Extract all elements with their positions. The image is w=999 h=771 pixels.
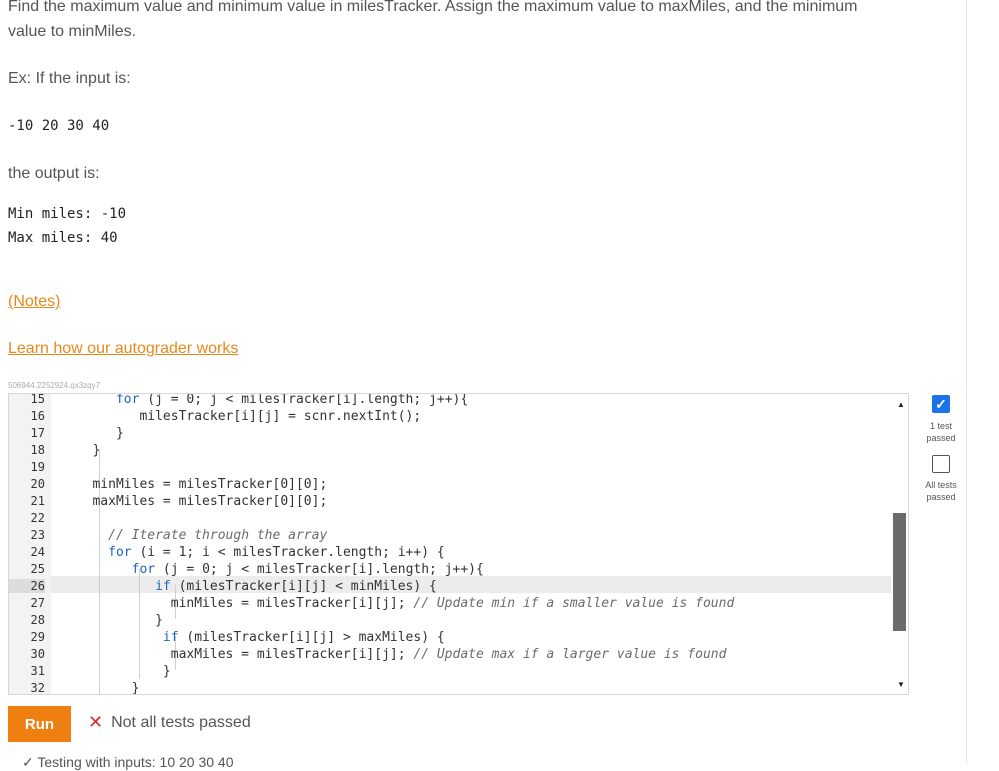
line-number: 18 (30, 443, 45, 457)
line-number: 23 (30, 528, 45, 542)
test-status: ✕ Not all tests passed (88, 712, 251, 733)
test-passed-checkbox-icon: ✓ (932, 395, 950, 413)
all-tests-line2: passed (926, 492, 956, 502)
line-number: 17 (30, 426, 45, 440)
right-divider (966, 0, 967, 764)
prompt-line1: Find the maximum value and minimum value… (8, 0, 858, 15)
line-number: 21 (30, 494, 45, 508)
code-line[interactable]: for (j = 0; j < milesTracker[i].length; … (69, 561, 484, 578)
output-intro: the output is: (8, 165, 100, 182)
code-line[interactable]: } (69, 680, 140, 694)
line-number: 20 (30, 477, 45, 491)
code-line[interactable]: for (i = 1; i < milesTracker.length; i++… (69, 544, 445, 561)
line-number: 26 (9, 579, 45, 593)
all-tests-label: All tests passed (919, 479, 963, 503)
line-number: 31 (30, 664, 45, 678)
code-line[interactable]: maxMiles = milesTracker[i][j]; // Update… (69, 646, 727, 663)
code-editor[interactable]: 15 16 17 18 19 20 21 22 23 24 25 26 27 28 29 30 31 32 for… (8, 393, 909, 695)
scroll-up-icon[interactable]: ▲ (897, 400, 905, 409)
line-number: 15 (30, 393, 45, 406)
line-number: 25 (30, 562, 45, 576)
line-number: 28 (30, 613, 45, 627)
line-number: 30 (30, 647, 45, 661)
code-line[interactable]: for (j = 0; j < milesTracker[i].length; … (69, 394, 468, 408)
test-passed-label: 1 test passed (919, 420, 963, 444)
code-line[interactable]: } (69, 663, 171, 680)
close-icon: ✕ (88, 712, 104, 732)
autograder-link[interactable]: Learn how our autograder works (8, 340, 238, 358)
code-line[interactable]: if (milesTracker[i][j] > maxMiles) { (69, 629, 445, 646)
code-line[interactable]: minMiles = milesTracker[i][j]; // Update… (69, 595, 735, 612)
line-number: 24 (30, 545, 45, 559)
output-line2: Max miles: 40 (8, 230, 118, 246)
output-line1: Min miles: -10 (8, 206, 127, 222)
code-line[interactable]: } (69, 612, 163, 629)
prompt-line2: value to minMiles. (8, 23, 137, 40)
run-button[interactable]: Run (8, 706, 71, 742)
test-result-heading: ✓ Testing with inputs: 10 20 30 40 (22, 754, 234, 770)
line-number: 19 (30, 460, 45, 474)
code-line[interactable]: if (milesTracker[i][j] < minMiles) { (69, 578, 437, 595)
line-number: 16 (30, 409, 45, 423)
notes-link[interactable]: (Notes) (8, 293, 60, 311)
scroll-down-icon[interactable]: ▼ (897, 680, 905, 689)
activity-id: 506944.2252924.qx3zqy7 (8, 381, 101, 390)
test-passed-line1: 1 test (929, 421, 952, 431)
status-text: Not all tests passed (111, 713, 251, 731)
code-line[interactable]: minMiles = milesTracker[0][0]; (69, 476, 327, 493)
code-line[interactable]: } (69, 425, 124, 442)
code-line[interactable]: // Iterate through the array (69, 527, 327, 544)
example-input: -10 20 30 40 (8, 118, 110, 134)
line-number: 22 (30, 511, 45, 525)
example-intro: Ex: If the input is: (8, 70, 131, 87)
line-number: 32 (30, 681, 45, 695)
line-number: 29 (30, 630, 45, 644)
code-line[interactable]: maxMiles = milesTracker[0][0]; (69, 493, 327, 510)
line-number: 27 (30, 596, 45, 610)
scrollbar-thumb[interactable] (893, 513, 906, 631)
code-line[interactable]: } (69, 442, 100, 459)
test-passed-line2: passed (926, 433, 956, 443)
all-tests-line1: All tests (925, 480, 957, 490)
code-line[interactable]: milesTracker[i][j] = scnr.nextInt(); (69, 408, 421, 425)
all-tests-checkbox-icon (932, 455, 950, 473)
